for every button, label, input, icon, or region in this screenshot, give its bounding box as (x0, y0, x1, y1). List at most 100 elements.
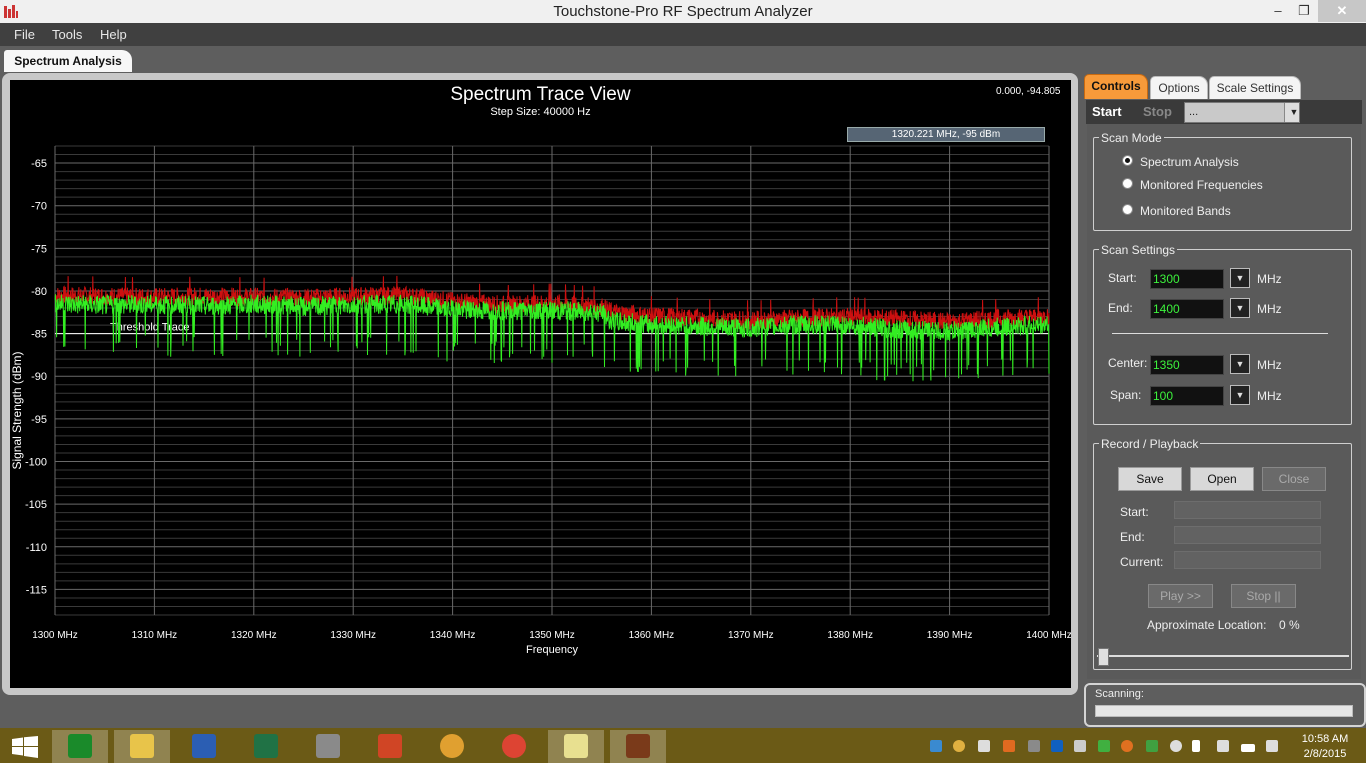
tray-cloud-icon[interactable] (978, 740, 990, 752)
label-spectrum-analysis: Spectrum Analysis (1140, 155, 1239, 169)
center-freq-dropdown-icon[interactable]: ▼ (1230, 354, 1250, 374)
taskbar-excel[interactable] (238, 730, 294, 763)
powerpoint-icon (378, 734, 402, 758)
radio-monitored-frequencies[interactable] (1122, 178, 1133, 189)
x-tick-label: 1390 MHz (927, 630, 973, 641)
menu-tools[interactable]: Tools (52, 27, 82, 42)
tray-network-icon[interactable] (930, 740, 942, 752)
tab-controls[interactable]: Controls (1084, 74, 1148, 99)
start-freq-unit: MHz (1257, 272, 1282, 286)
taskbar-notes[interactable] (548, 730, 604, 763)
y-tick-label: -95 (31, 414, 47, 426)
end-freq-input[interactable]: 1400 (1150, 299, 1224, 319)
x-tick-label: 1350 MHz (529, 630, 575, 641)
taskbar-powerpoint[interactable] (362, 730, 418, 763)
center-freq-input[interactable]: 1350 (1150, 355, 1224, 375)
center-freq-unit: MHz (1257, 358, 1282, 372)
clock-time[interactable]: 10:58 AM (1300, 733, 1350, 745)
chevron-down-icon[interactable]: ▼ (1284, 103, 1299, 122)
x-tick-label: 1400 MHz (1026, 630, 1071, 641)
span-dropdown-icon[interactable]: ▼ (1230, 385, 1250, 405)
tray-tools-icon[interactable] (1074, 740, 1086, 752)
y-tick-label: -100 (25, 457, 47, 469)
center-freq-label: Center: (1108, 356, 1148, 370)
y-tick-label: -75 (31, 243, 47, 255)
clock-date[interactable]: 2/8/2015 (1300, 748, 1350, 760)
span-input[interactable]: 100 (1150, 386, 1224, 406)
windows-start-icon[interactable] (12, 736, 38, 758)
tray-clock-icon[interactable] (1121, 740, 1133, 752)
chart-subtitle: Step Size: 40000 Hz (490, 106, 591, 118)
tab-scale-settings[interactable]: Scale Settings (1209, 76, 1301, 99)
taskbar-word[interactable] (176, 730, 232, 763)
tray-paint-icon[interactable] (953, 740, 965, 752)
y-tick-label: -80 (31, 286, 47, 298)
tray-display-icon[interactable] (1217, 740, 1229, 752)
stop-playback-button[interactable]: Stop || (1231, 584, 1296, 608)
span-unit: MHz (1257, 389, 1282, 403)
record-start-field (1174, 501, 1321, 519)
playback-slider-track[interactable] (1097, 655, 1349, 657)
y-tick-label: -115 (26, 584, 47, 596)
scan-selector[interactable]: ... ▼ (1184, 102, 1300, 123)
y-tick-label: -110 (26, 542, 47, 554)
taskbar-file-explorer[interactable] (114, 730, 170, 763)
play-button[interactable]: Play >> (1148, 584, 1213, 608)
tray-volume-icon[interactable] (1266, 740, 1278, 752)
label-monitored-frequencies: Monitored Frequencies (1140, 178, 1263, 192)
spectrum-chart[interactable]: 1300 MHz 1310 MHz 1320 MHz 1330 MHz 1340 MHz… (10, 80, 1071, 688)
minimize-button[interactable]: ‒ (1264, 0, 1292, 22)
start-freq-dropdown-icon[interactable]: ▼ (1230, 268, 1250, 288)
taskbar-firewall[interactable] (300, 730, 356, 763)
tab-strip (0, 46, 1366, 72)
x-tick-label: 1310 MHz (132, 630, 178, 641)
taskbar-paint[interactable] (424, 730, 480, 763)
tray-signal-icon[interactable] (1241, 744, 1255, 752)
x-tick-label: 1340 MHz (430, 630, 476, 641)
brick-wall-icon (316, 734, 340, 758)
radio-spectrum-analysis[interactable] (1122, 155, 1133, 166)
record-current-label: Current: (1120, 555, 1164, 569)
playback-slider-thumb[interactable] (1098, 648, 1109, 666)
end-freq-label: End: (1108, 301, 1133, 315)
x-tick-label: 1370 MHz (728, 630, 774, 641)
tray-app-icon[interactable] (1003, 740, 1015, 752)
tray-flag-icon[interactable] (1192, 740, 1200, 752)
end-freq-dropdown-icon[interactable]: ▼ (1230, 298, 1250, 318)
y-tick-label: -70 (31, 201, 47, 213)
close-button[interactable]: ✕ (1318, 0, 1366, 22)
tray-shield-icon[interactable] (1146, 740, 1158, 752)
start-button[interactable]: Start (1092, 104, 1122, 119)
span-label: Span: (1110, 388, 1142, 402)
taskbar-calculator[interactable] (52, 730, 108, 763)
menu-help[interactable]: Help (100, 27, 127, 42)
folder-icon (130, 734, 154, 758)
scanning-progress-bar (1095, 705, 1353, 717)
x-axis-label: Frequency (526, 644, 578, 656)
stop-button[interactable]: Stop (1143, 104, 1172, 119)
save-button[interactable]: Save (1118, 467, 1182, 491)
x-tick-label: 1330 MHz (330, 630, 376, 641)
tab-spectrum-analysis[interactable]: Spectrum Analysis (4, 50, 132, 72)
record-end-label: End: (1120, 530, 1145, 544)
record-start-label: Start: (1120, 505, 1149, 519)
label-monitored-bands: Monitored Bands (1140, 204, 1231, 218)
tray-bluetooth-icon[interactable] (1051, 740, 1063, 752)
tray-settings-icon[interactable] (1028, 740, 1040, 752)
coordinate-readout: 0.000, -94.805 (996, 86, 1061, 97)
restore-button[interactable]: ❐ (1290, 0, 1318, 22)
tray-check-icon[interactable] (1098, 740, 1110, 752)
open-button[interactable]: Open (1190, 467, 1254, 491)
palette-icon (440, 734, 464, 758)
radio-monitored-bands[interactable] (1122, 204, 1133, 215)
close-record-button[interactable]: Close (1262, 467, 1326, 491)
menu-file[interactable]: File (14, 27, 35, 42)
taskbar-chrome[interactable] (486, 730, 542, 763)
taskbar-touchstone[interactable] (610, 730, 666, 763)
start-freq-input[interactable]: 1300 (1150, 269, 1224, 289)
y-axis-label: Signal Strength (dBm) (10, 351, 24, 469)
tray-globe-icon[interactable] (1170, 740, 1182, 752)
end-freq-unit: MHz (1257, 302, 1282, 316)
tab-options[interactable]: Options (1150, 76, 1208, 99)
threshold-label: Threshold Trace (110, 322, 189, 334)
